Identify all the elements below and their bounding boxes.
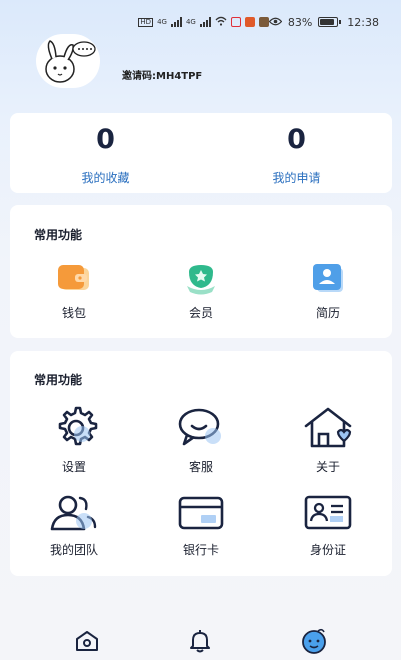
section-title: 常用功能 — [34, 228, 83, 242]
team-label: 我的团队 — [49, 543, 98, 557]
hd-badge: HD — [138, 17, 154, 27]
game-app-icon — [258, 17, 269, 27]
status-left: HD 4G 4G — [138, 16, 269, 29]
id-card-item[interactable]: 身份证 — [278, 493, 378, 558]
id-card-icon — [304, 495, 352, 530]
wallet-icon — [58, 265, 89, 290]
status-right: 83% 12:38 — [268, 15, 379, 29]
clock: 12:38 — [347, 15, 379, 29]
tab-notifications[interactable] — [180, 625, 220, 657]
resume-label: 简历 — [315, 306, 340, 320]
team-item[interactable]: 我的团队 — [24, 493, 124, 558]
signal-icon-2 — [199, 17, 211, 27]
chat-icon — [178, 408, 221, 446]
bottom-tab-bar — [0, 622, 401, 660]
vip-label: 会员 — [188, 306, 213, 320]
wallet-item[interactable]: 钱包 — [24, 262, 124, 321]
team-icon — [50, 495, 97, 531]
resume-icon — [313, 264, 343, 292]
applications-stat[interactable]: 0 我的申请 — [201, 113, 392, 193]
battery-icon — [318, 17, 342, 27]
bank-card-label: 银行卡 — [182, 543, 219, 557]
eye-icon — [268, 16, 283, 29]
applications-count: 0 — [287, 124, 306, 155]
section-title-2: 常用功能 — [34, 373, 83, 387]
tab-home[interactable] — [67, 625, 107, 657]
applications-label: 我的申请 — [272, 171, 321, 185]
favorites-stat[interactable]: 0 我的收藏 — [10, 113, 201, 193]
eye-app-icon — [244, 17, 255, 27]
settings-item[interactable]: 设置 — [24, 406, 124, 475]
mine-icon — [302, 628, 327, 654]
tools-card: 常用功能 设置 客服 关于 我的团队 银行卡 身份证 — [10, 351, 392, 576]
resume-item[interactable]: 简历 — [278, 262, 378, 321]
avatar[interactable] — [36, 34, 100, 88]
vip-item[interactable]: 会员 — [151, 262, 251, 321]
support-item[interactable]: 客服 — [151, 406, 251, 475]
bell-icon — [190, 630, 211, 653]
vip-icon — [187, 265, 215, 295]
home-icon — [75, 631, 98, 651]
common-functions-card: 常用功能 钱包 会员 简历 — [10, 205, 392, 338]
wallet-label: 钱包 — [61, 306, 86, 320]
network-label-2: 4G — [185, 18, 196, 26]
id-card-label: 身份证 — [309, 543, 346, 557]
profile-header: 邀请码:MH4TPF — [36, 34, 202, 88]
bank-card-icon — [178, 496, 224, 530]
network-label-1: 4G — [157, 18, 167, 26]
about-item[interactable]: 关于 — [278, 406, 378, 475]
favorites-label: 我的收藏 — [81, 171, 130, 185]
app-notification-icon — [230, 17, 241, 27]
tab-mine[interactable] — [294, 625, 334, 657]
signal-icon — [170, 17, 182, 27]
settings-label: 设置 — [61, 460, 86, 474]
rabbit-avatar-icon — [45, 40, 96, 83]
gear-icon — [58, 406, 98, 446]
bank-card-item[interactable]: 银行卡 — [151, 493, 251, 558]
wifi-icon — [215, 16, 227, 29]
about-label: 关于 — [315, 460, 340, 474]
battery-percent: 83% — [287, 15, 313, 29]
invite-code: 邀请码:MH4TPF — [122, 71, 203, 82]
favorites-count: 0 — [96, 124, 115, 155]
support-label: 客服 — [188, 460, 213, 474]
stats-card: 0 我的收藏 0 我的申请 — [10, 113, 392, 193]
home-heart-icon — [304, 407, 352, 448]
